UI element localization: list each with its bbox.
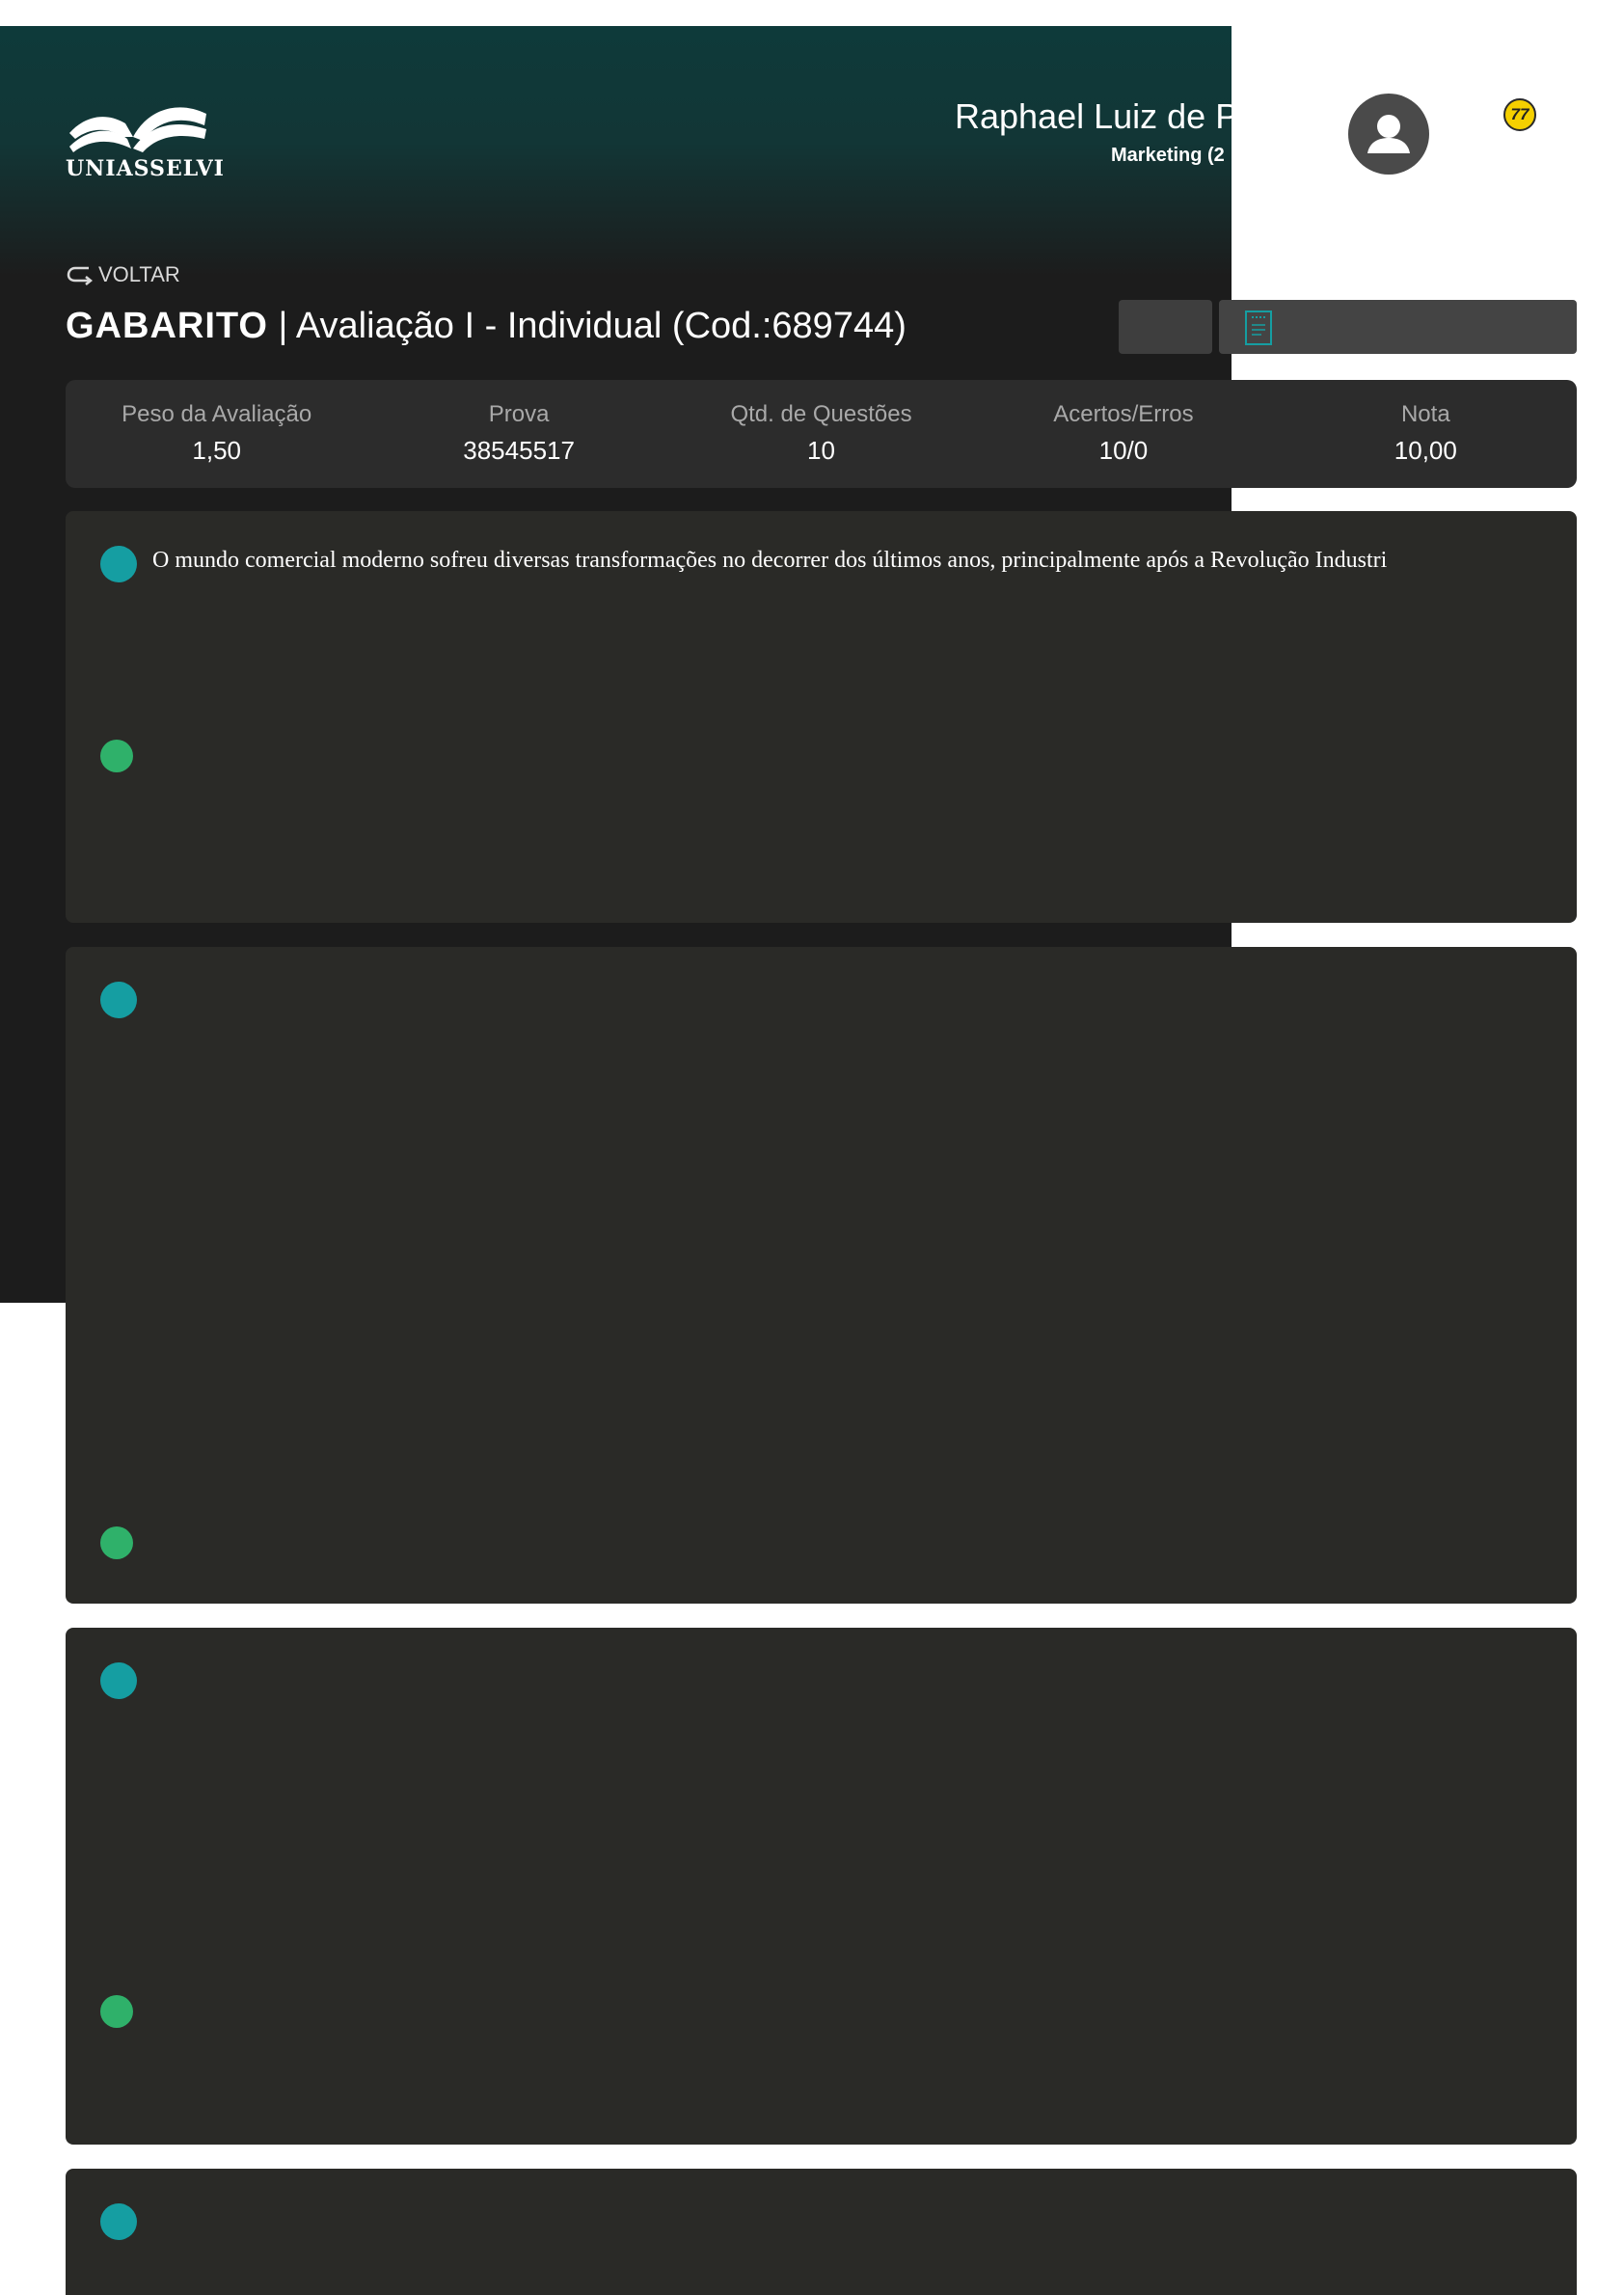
summary-exam: Prova 38545517 — [367, 380, 669, 488]
question-card — [66, 2169, 1577, 2295]
back-label: VOLTAR — [98, 262, 180, 286]
summary-value: 1,50 — [192, 436, 241, 465]
question-card — [66, 1628, 1577, 2145]
summary-value: 10 — [807, 436, 835, 465]
uniasselvi-logo[interactable]: UNIASSELVI — [66, 94, 225, 181]
document-icon — [1245, 310, 1272, 345]
evaluation-summary: Peso da Avaliação 1,50 Prova 38545517 Qt… — [66, 380, 1577, 488]
action-button[interactable] — [1119, 300, 1212, 354]
notification-badge[interactable]: 77 — [1503, 98, 1536, 131]
user-course: Marketing (2 — [1111, 145, 1225, 166]
summary-grade: Nota 10,00 — [1275, 380, 1577, 488]
page-title: GABARITO | Avaliação I - Individual (Cod… — [66, 303, 907, 349]
summary-label: Nota — [1400, 401, 1450, 427]
question-card — [66, 947, 1577, 1604]
question-marker-icon — [100, 982, 137, 1018]
summary-label: Qtd. de Questões — [730, 401, 912, 427]
summary-hits-misses: Acertos/Erros 10/0 — [972, 380, 1274, 488]
logo-icon — [69, 107, 206, 152]
summary-question-count: Qtd. de Questões 10 — [670, 380, 972, 488]
page-title-strong: GABARITO — [66, 306, 268, 346]
page-title-rest: | Avaliação I - Individual (Cod.:689744) — [267, 306, 907, 346]
summary-value: 10/0 — [1098, 436, 1149, 465]
question-marker-icon — [100, 2203, 137, 2240]
question-marker-icon — [100, 546, 137, 582]
answer-marker-icon — [100, 1995, 133, 2028]
logo-text: UNIASSELVI — [66, 156, 225, 181]
document-button[interactable] — [1219, 300, 1577, 354]
user-icon — [1367, 115, 1410, 153]
user-name: Raphael Luiz de Pau — [955, 96, 1232, 136]
summary-value: 38545517 — [463, 436, 575, 465]
question-text: O mundo comercial moderno sofreu diversa… — [152, 548, 1388, 573]
answer-marker-icon — [100, 1526, 133, 1559]
answer-marker-icon — [100, 740, 133, 772]
summary-label: Prova — [488, 401, 550, 427]
return-arrow-icon — [67, 266, 94, 285]
summary-label: Peso da Avaliação — [122, 401, 312, 427]
summary-value: 10,00 — [1394, 436, 1457, 465]
question-marker-icon — [100, 1662, 137, 1699]
summary-weight: Peso da Avaliação 1,50 — [66, 380, 367, 488]
summary-label: Acertos/Erros — [1053, 401, 1194, 427]
question-card: O mundo comercial moderno sofreu diversa… — [66, 511, 1577, 923]
back-link[interactable]: VOLTAR — [66, 260, 180, 289]
avatar[interactable] — [1348, 94, 1429, 175]
